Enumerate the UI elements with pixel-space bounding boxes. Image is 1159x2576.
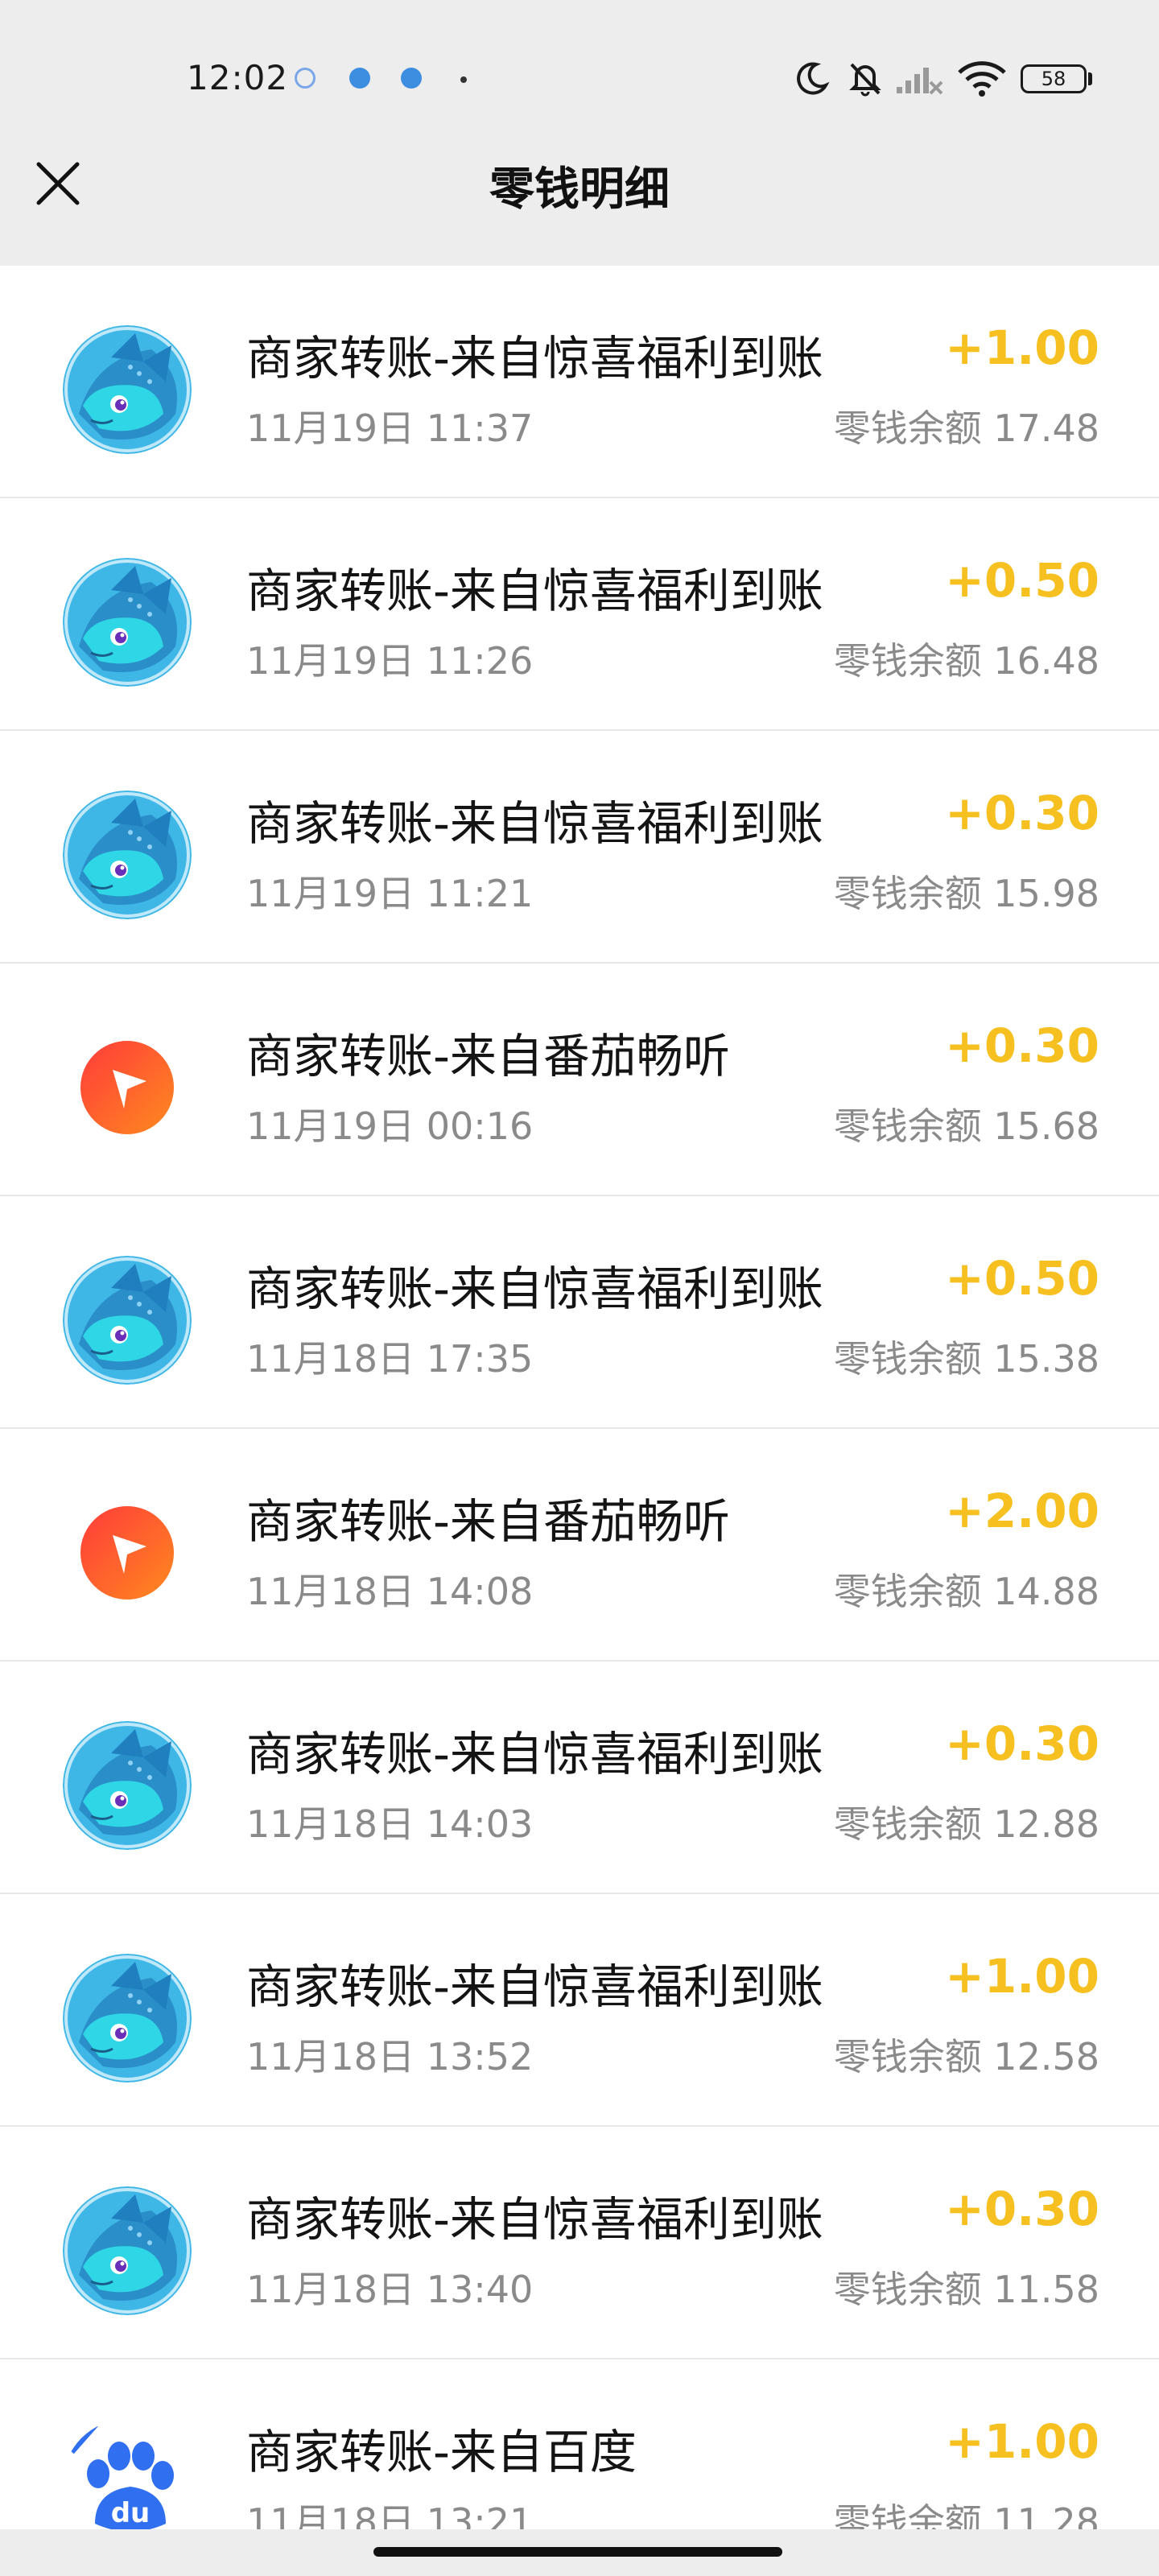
signal-icon (897, 68, 943, 95)
transaction-balance: 零钱余额 15.98 (833, 872, 1099, 915)
app-notification-icon (401, 68, 422, 89)
transaction-time: 11月18日 14:03 (246, 1802, 534, 1846)
fish-avatar (63, 1954, 192, 2083)
transaction-row[interactable]: 商家转账-来自惊喜福利到账 11月18日 14:03 +0.30 零钱余额 12.88 (0, 1662, 1159, 1894)
transaction-amount: +0.30 (945, 1716, 1099, 1771)
transaction-balance: 零钱余额 11.58 (833, 2268, 1099, 2311)
wifi-icon (958, 61, 1006, 97)
transaction-title: 商家转账-来自惊喜福利到账 (246, 331, 823, 386)
transaction-time: 11月19日 11:37 (246, 407, 534, 450)
transaction-title: 商家转账-来自番茄畅听 (246, 1494, 730, 1549)
fish-avatar (63, 558, 192, 687)
transaction-amount: +0.30 (945, 2182, 1099, 2236)
transaction-time: 11月18日 14:08 (246, 1570, 534, 1613)
transaction-balance: 零钱余额 12.58 (833, 2035, 1099, 2079)
navigation-bar: 零钱明细 (0, 129, 1159, 250)
transaction-list: 商家转账-来自惊喜福利到账 11月19日 11:37 +1.00 零钱余额 17.48… (0, 266, 1159, 2529)
fish-avatar (63, 1721, 192, 1850)
transaction-time: 11月18日 13:52 (246, 2035, 534, 2079)
fish-avatar (63, 325, 192, 454)
transaction-title: 商家转账-来自惊喜福利到账 (246, 564, 823, 618)
battery-icon: 58 (1021, 64, 1087, 93)
transaction-balance: 零钱余额 17.48 (833, 407, 1099, 450)
transaction-balance: 零钱余额 16.48 (833, 639, 1099, 683)
status-time: 12:02 (187, 58, 289, 97)
transaction-time: 11月19日 00:16 (246, 1104, 534, 1148)
browser-icon (295, 68, 316, 89)
battery-tip (1088, 72, 1092, 85)
transaction-time: 11月18日 13:40 (246, 2268, 534, 2311)
transaction-row[interactable]: 商家转账-来自惊喜福利到账 11月18日 13:40 +0.30 零钱余额 11.58 (0, 2127, 1159, 2359)
transaction-balance: 零钱余额 12.88 (833, 1802, 1099, 1846)
transaction-amount: +0.50 (945, 1251, 1099, 1306)
transaction-time: 11月19日 11:26 (246, 639, 534, 683)
transaction-balance: 零钱余额 15.68 (833, 1104, 1099, 1148)
transaction-row[interactable]: 商家转账-来自惊喜福利到账 11月19日 11:26 +0.50 零钱余额 16.48 (0, 498, 1159, 731)
more-notifications-icon (460, 76, 467, 83)
bell-off-icon (849, 63, 881, 97)
transaction-amount: +0.30 (945, 786, 1099, 840)
transaction-amount: +1.00 (945, 320, 1099, 375)
page-title: 零钱明细 (489, 163, 670, 216)
fanqie-avatar (63, 1023, 192, 1152)
fanqie-avatar (63, 1488, 192, 1617)
svg-text:du: du (111, 2497, 151, 2529)
transaction-amount: +0.50 (945, 553, 1099, 608)
transaction-row[interactable]: 商家转账-来自惊喜福利到账 11月19日 11:21 +0.30 零钱余额 15.98 (0, 731, 1159, 964)
transaction-amount: +1.00 (945, 1949, 1099, 2004)
transaction-title: 商家转账-来自惊喜福利到账 (246, 1261, 823, 1316)
moon-icon (797, 62, 830, 95)
gesture-bar (0, 2529, 1159, 2576)
home-indicator[interactable] (373, 2547, 782, 2557)
transaction-time: 11月18日 13:21 (246, 2500, 534, 2529)
transaction-row[interactable]: 商家转账-来自惊喜福利到账 11月18日 17:35 +0.50 零钱余额 15.38 (0, 1196, 1159, 1429)
transaction-row[interactable]: 商家转账-来自番茄畅听 11月18日 14:08 +2.00 零钱余额 14.88 (0, 1429, 1159, 1662)
transaction-title: 商家转账-来自惊喜福利到账 (246, 1959, 823, 2014)
transaction-title: 商家转账-来自百度 (246, 2425, 637, 2479)
transaction-time: 11月19日 11:21 (246, 872, 534, 915)
transaction-balance: 零钱余额 14.88 (833, 1570, 1099, 1613)
transaction-row[interactable]: 商家转账-来自惊喜福利到账 11月19日 11:37 +1.00 零钱余额 17.48 (0, 266, 1159, 498)
fish-avatar (63, 2186, 192, 2315)
transaction-amount: +2.00 (945, 1484, 1099, 1538)
transaction-title: 商家转账-来自惊喜福利到账 (246, 2192, 823, 2247)
transaction-time: 11月18日 17:35 (246, 1337, 534, 1381)
transaction-amount: +0.30 (945, 1018, 1099, 1073)
transaction-row[interactable]: 商家转账-来自番茄畅听 11月19日 00:16 +0.30 零钱余额 15.68 (0, 964, 1159, 1196)
transaction-title: 商家转账-来自惊喜福利到账 (246, 796, 823, 851)
fish-avatar (63, 1256, 192, 1385)
transaction-title: 商家转账-来自番茄畅听 (246, 1029, 730, 1084)
transaction-balance: 零钱余额 11.28 (833, 2500, 1099, 2529)
transaction-amount: +1.00 (945, 2414, 1099, 2469)
transaction-row[interactable]: 商家转账-来自惊喜福利到账 11月18日 13:52 +1.00 零钱余额 12.58 (0, 1894, 1159, 2127)
baidu-avatar: du (63, 2419, 192, 2529)
transaction-row[interactable]: du 商家转账-来自百度 11月18日 13:21 +1.00 零钱余额 11.28 (0, 2359, 1159, 2529)
app-notification-icon (349, 68, 370, 89)
transaction-title: 商家转账-来自惊喜福利到账 (246, 1727, 823, 1781)
fish-avatar (63, 791, 192, 919)
transaction-balance: 零钱余额 15.38 (833, 1337, 1099, 1381)
